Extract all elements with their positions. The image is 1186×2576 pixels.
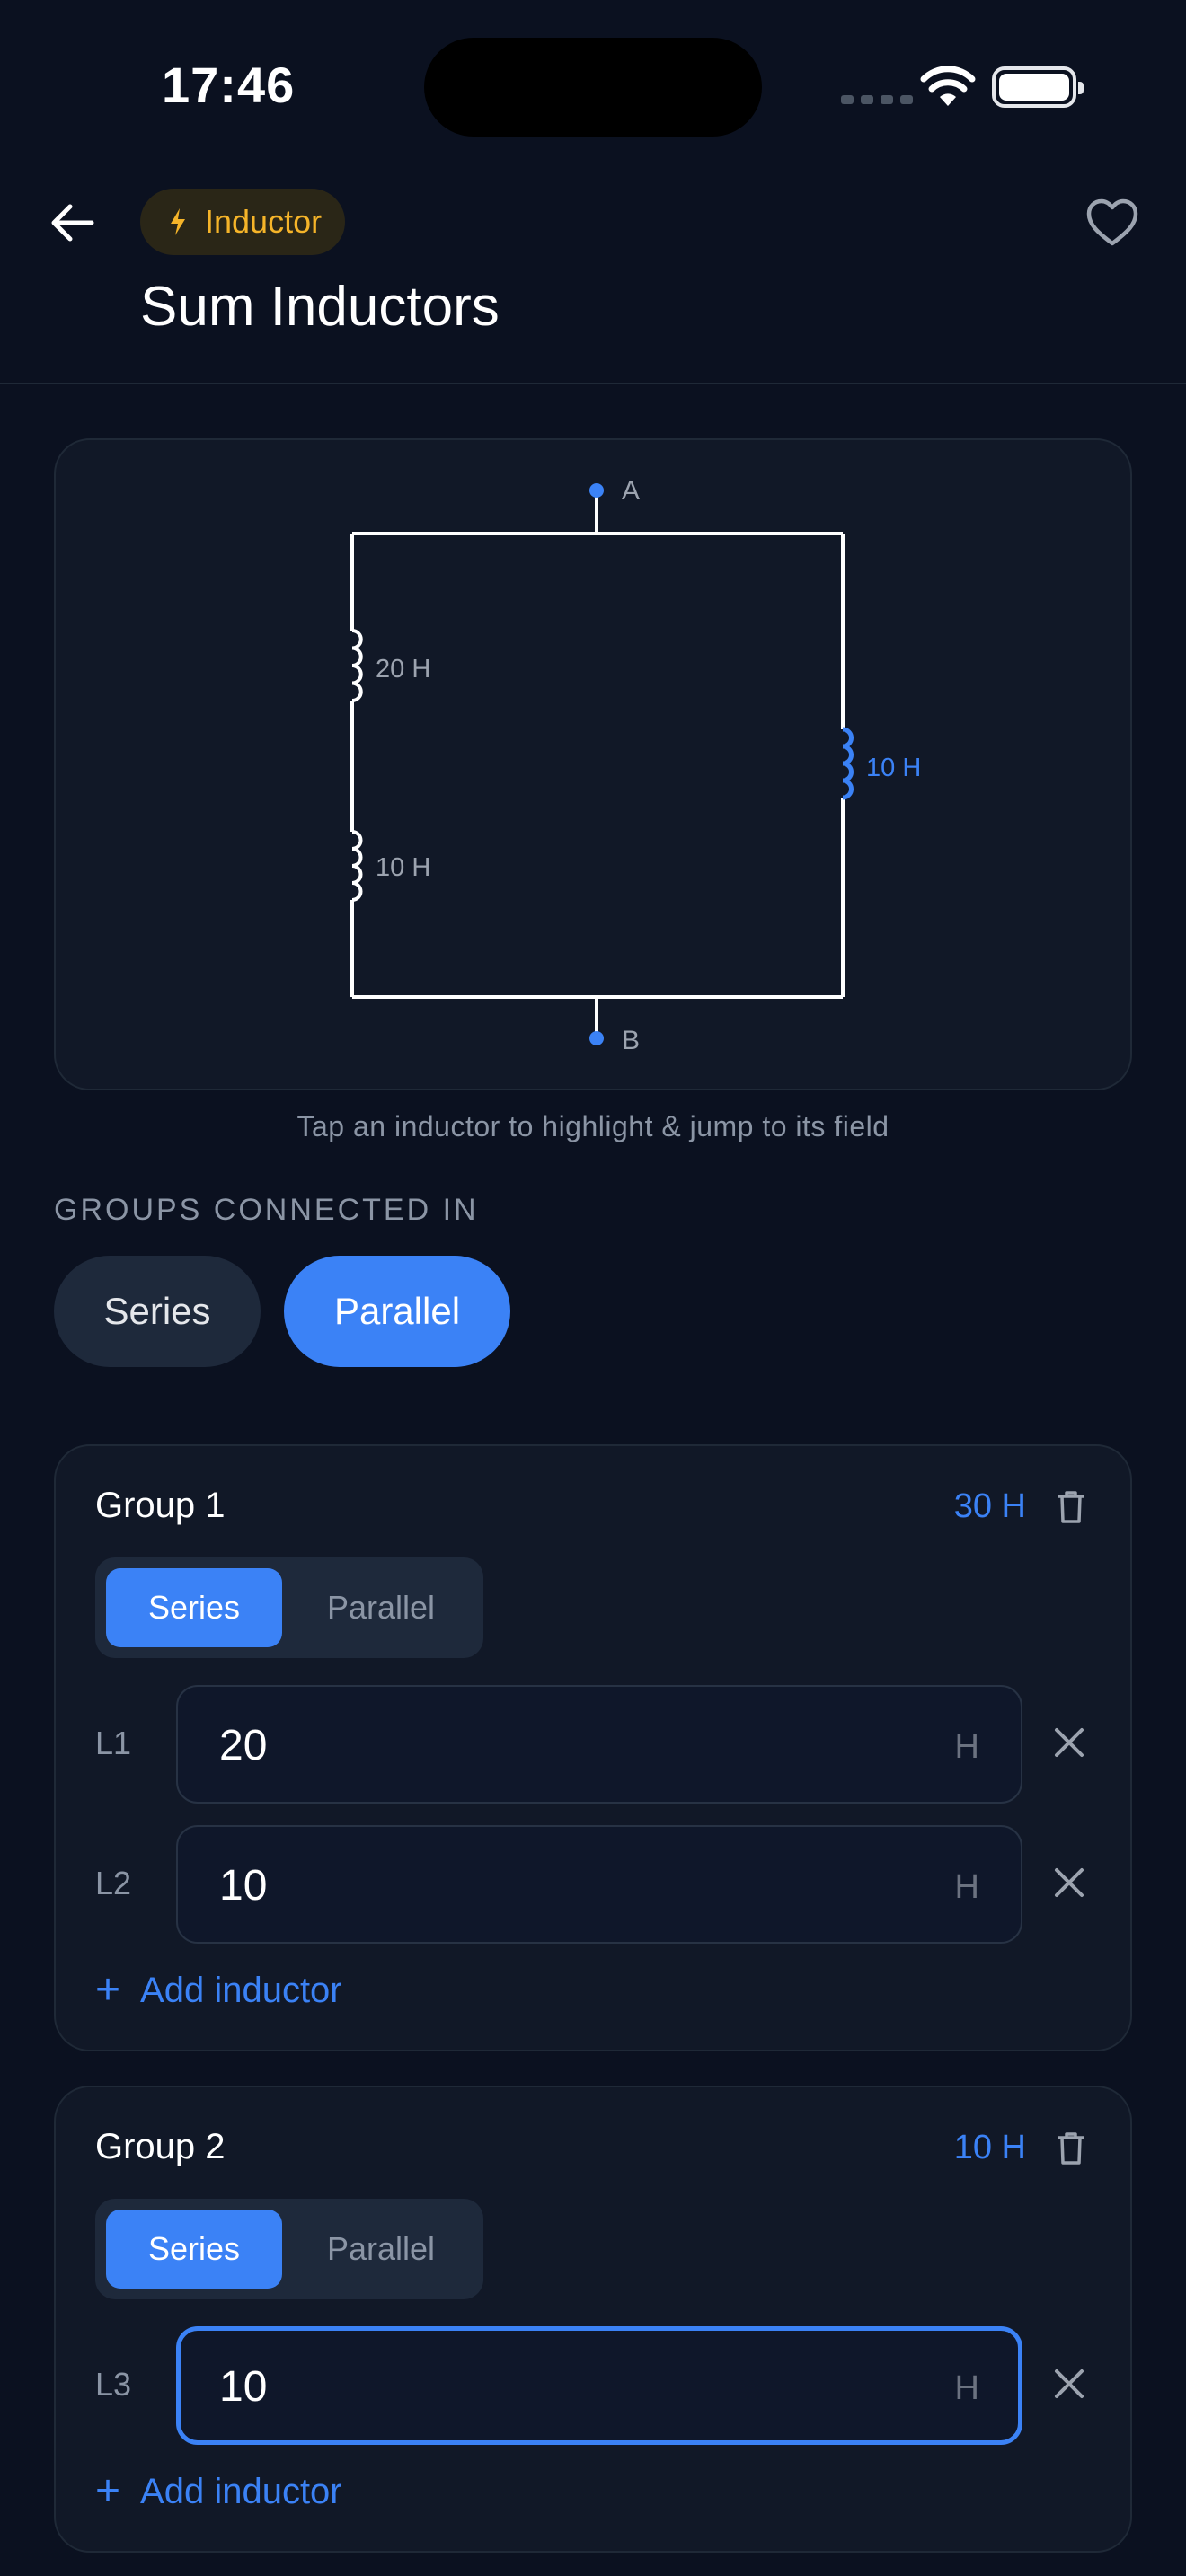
- inductor-value-field[interactable]: 10 H: [176, 2326, 1022, 2445]
- inductor-label: L2: [95, 1865, 132, 1901]
- add-inductor-button[interactable]: + Add inductor: [95, 2470, 342, 2513]
- groups-connection-label: GROUPS CONNECTED IN: [54, 1193, 479, 1227]
- add-inductor-label: Add inductor: [140, 1970, 342, 2010]
- trash-icon[interactable]: [1055, 1489, 1087, 1525]
- group-series-button[interactable]: Series: [106, 1568, 282, 1647]
- inductor-value[interactable]: 20: [219, 1721, 267, 1770]
- inductor-unit: H: [954, 1868, 979, 1906]
- status-time: 17:46: [162, 57, 296, 113]
- lightning-icon: [171, 208, 185, 235]
- heart-icon[interactable]: [1085, 198, 1139, 248]
- inductor-l2-label: 10 H: [376, 853, 430, 882]
- inductor-l1[interactable]: [351, 629, 363, 702]
- groups-series-button[interactable]: Series: [54, 1256, 261, 1367]
- group-mode-toggle: Series Parallel: [95, 2199, 483, 2299]
- group-mode-toggle: Series Parallel: [95, 1557, 483, 1658]
- circuit-diagram: A B 20 H 10 H 10 H: [350, 476, 921, 1055]
- status-bar: 17:46: [0, 0, 1186, 180]
- circuit-diagram-card: A B 20 H 10 H 10 H: [54, 438, 1132, 1090]
- plus-icon: +: [95, 2467, 121, 2515]
- group-series-button[interactable]: Series: [106, 2210, 282, 2289]
- group-card: Group 2 10 H Series Parallel L3 10 H + A…: [54, 2086, 1132, 2553]
- add-inductor-button[interactable]: + Add inductor: [95, 1969, 342, 2012]
- group-parallel-button[interactable]: Parallel: [289, 1568, 473, 1647]
- group-card: Group 1 30 H Series Parallel L1 20 H L2 …: [54, 1444, 1132, 2051]
- inductor-l2[interactable]: [351, 830, 363, 902]
- group-parallel-button[interactable]: Parallel: [289, 2210, 473, 2289]
- inductor-value[interactable]: 10: [219, 2362, 267, 2412]
- node-a-dot: [589, 483, 604, 498]
- page-title: Sum Inductors: [140, 276, 500, 338]
- cellular-signal-icon: [841, 95, 913, 104]
- node-b-dot: [589, 1031, 604, 1045]
- node-a-label: A: [622, 476, 640, 506]
- inductor-l1-label: 20 H: [376, 655, 430, 684]
- inductor-value-field[interactable]: 20 H: [176, 1685, 1022, 1804]
- battery-icon: [992, 66, 1084, 108]
- group-total: 30 H: [953, 1487, 1026, 1525]
- inductor-label: L1: [95, 1725, 132, 1761]
- group-title: Group 1: [95, 1486, 226, 1525]
- group-title: Group 2: [95, 2127, 226, 2166]
- inductor-row: L3 10 H: [56, 2326, 1134, 2445]
- groups-parallel-button[interactable]: Parallel: [284, 1256, 510, 1367]
- inductor-unit: H: [954, 2369, 979, 2407]
- diagram-hint: Tap an inductor to highlight & jump to i…: [296, 1110, 890, 1142]
- close-icon[interactable]: [1051, 2366, 1087, 2402]
- inductor-value[interactable]: 10: [219, 1861, 267, 1910]
- inductor-label: L3: [95, 2366, 132, 2403]
- dynamic-island: [424, 38, 762, 137]
- inductor-unit: H: [954, 1728, 979, 1766]
- node-b-label: B: [622, 1026, 640, 1055]
- category-tag-label: Inductor: [205, 203, 323, 240]
- trash-icon[interactable]: [1055, 2130, 1087, 2166]
- inductor-row: L2 10 H: [56, 1825, 1134, 1944]
- add-inductor-label: Add inductor: [140, 2471, 342, 2511]
- header-divider: [0, 383, 1186, 384]
- inductor-row: L1 20 H: [56, 1685, 1134, 1804]
- close-icon[interactable]: [1051, 1865, 1087, 1901]
- inductor-l3[interactable]: [842, 727, 854, 800]
- wifi-icon: [920, 66, 976, 106]
- plus-icon: +: [95, 1966, 121, 2014]
- back-arrow-icon[interactable]: [47, 198, 97, 248]
- inductor-value-field[interactable]: 10 H: [176, 1825, 1022, 1944]
- category-tag: Inductor: [140, 189, 346, 255]
- inductor-l3-label: 10 H: [866, 754, 921, 782]
- group-total: 10 H: [953, 2129, 1026, 2166]
- close-icon[interactable]: [1051, 1725, 1087, 1760]
